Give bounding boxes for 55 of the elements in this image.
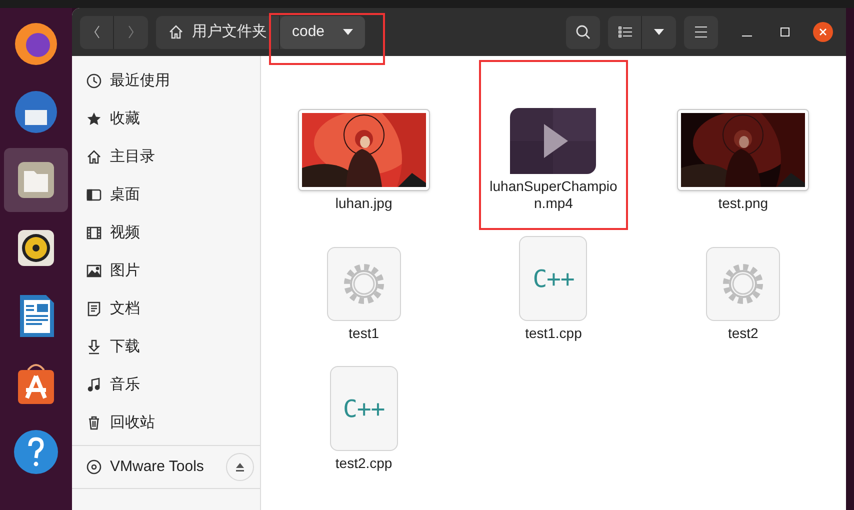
search-icon xyxy=(575,24,591,40)
file-name[interactable]: test2 xyxy=(678,325,808,342)
video-file-icon xyxy=(510,108,596,174)
sidebar-item[interactable]: VMware Tools xyxy=(72,446,260,488)
executable-file-icon xyxy=(706,247,780,321)
file-icon-label: C++ xyxy=(532,264,574,294)
search-button[interactable] xyxy=(566,16,600,48)
desktop-icon xyxy=(86,187,102,203)
maximize-icon xyxy=(780,27,790,37)
sidebar-item[interactable]: 桌面 xyxy=(72,176,260,214)
disc-icon xyxy=(86,459,102,475)
file-name[interactable]: test.png xyxy=(678,195,808,212)
menu-button[interactable] xyxy=(684,16,718,48)
dropdown-arrow-icon xyxy=(654,29,664,35)
sidebar-item[interactable]: 文档 xyxy=(72,290,260,328)
music-note-icon xyxy=(86,377,102,393)
sidebar-item[interactable]: 主目录 xyxy=(72,138,260,176)
download-icon xyxy=(86,339,102,355)
minimize-icon xyxy=(742,35,752,37)
file-name[interactable]: test1 xyxy=(298,325,429,342)
trash-icon xyxy=(86,415,102,431)
browser-icon[interactable] xyxy=(12,20,60,68)
mail-icon[interactable] xyxy=(12,88,60,136)
help-icon[interactable] xyxy=(12,428,60,476)
back-icon xyxy=(92,25,100,39)
close-icon xyxy=(819,28,827,36)
path-segment[interactable]: code xyxy=(280,16,365,48)
sidebar-item[interactable]: 图片 xyxy=(72,252,260,290)
list-view-icon xyxy=(618,25,632,39)
file-name[interactable]: luhan.jpg xyxy=(298,195,429,212)
image-icon xyxy=(86,263,102,279)
sidebar-item[interactable]: 收藏 xyxy=(72,100,260,138)
sidebar-item[interactable]: 下载 xyxy=(72,328,260,366)
file-name[interactable]: test1.cpp xyxy=(488,325,618,342)
dropdown-arrow-icon xyxy=(342,29,353,35)
clock-icon xyxy=(86,73,102,89)
forward-icon xyxy=(127,25,135,39)
document-icon xyxy=(86,301,102,317)
file-name[interactable]: test2.cpp xyxy=(298,455,429,472)
home-icon xyxy=(86,149,102,165)
home-icon xyxy=(168,24,184,40)
sidebar-item[interactable]: 最近使用 xyxy=(72,62,260,100)
path-segment[interactable]: 用户文件夹 xyxy=(156,16,279,48)
close-button[interactable] xyxy=(813,22,833,42)
sidebar-item[interactable]: 视频 xyxy=(72,214,260,252)
sidebar-item[interactable]: 回收站 xyxy=(72,404,260,442)
file-icon-label: C++ xyxy=(343,394,385,424)
file-name[interactable]: luhanSuperChampion.mp4 xyxy=(488,178,618,212)
menu-icon xyxy=(694,26,708,38)
eject-button[interactable] xyxy=(226,453,254,481)
film-icon xyxy=(86,225,102,241)
executable-file-icon xyxy=(326,247,401,321)
star-icon xyxy=(86,111,102,127)
sidebar-item[interactable]: 音乐 xyxy=(72,366,260,404)
eject-icon xyxy=(235,462,245,472)
